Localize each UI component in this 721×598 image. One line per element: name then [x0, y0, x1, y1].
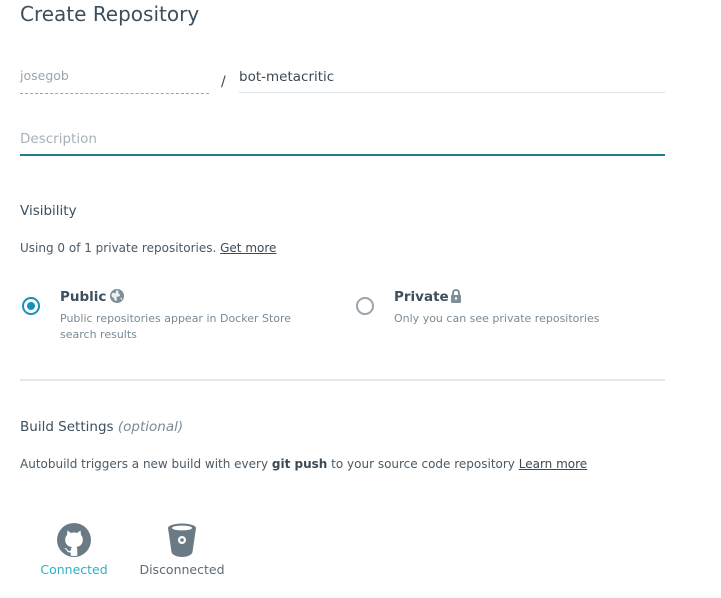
get-more-link[interactable]: Get more	[220, 241, 276, 255]
autobuild-description: Autobuild triggers a new build with ever…	[20, 457, 587, 471]
description-placeholder: Description	[20, 131, 97, 147]
private-option-description: Only you can see private repositories	[394, 312, 600, 325]
github-provider[interactable]: Connected	[29, 522, 119, 577]
private-option-title[interactable]: Private	[394, 289, 449, 305]
repository-name-field[interactable]: bot-metacritic	[239, 66, 665, 93]
description-field[interactable]: Description	[20, 128, 665, 156]
github-icon	[57, 523, 91, 557]
autobuild-git-push: git push	[271, 457, 328, 471]
private-usage-note: Using 0 of 1 private repositories. Get m…	[20, 241, 276, 255]
public-radio[interactable]	[22, 297, 40, 315]
namespace-value: josegob	[20, 68, 69, 83]
create-repository-page: Create Repository josegob / bot-metacrit…	[0, 0, 721, 598]
build-settings-title: Build Settings	[20, 419, 114, 435]
globe-icon	[110, 289, 124, 303]
bitbucket-status: Disconnected	[139, 562, 225, 577]
autobuild-text-prefix: Autobuild triggers a new build with ever…	[20, 457, 269, 471]
namespace-select[interactable]: josegob	[20, 66, 209, 94]
learn-more-link[interactable]: Learn more	[519, 457, 587, 471]
public-option-title[interactable]: Public	[60, 289, 106, 305]
build-settings-heading: Build Settings (optional)	[20, 419, 183, 435]
repository-name-value: bot-metacritic	[239, 69, 335, 85]
bitbucket-icon	[168, 523, 196, 557]
private-radio[interactable]	[356, 297, 374, 315]
visibility-heading: Visibility	[20, 203, 77, 219]
public-option-description: Public repositories appear in Docker Sto…	[60, 312, 292, 341]
build-settings-optional: (optional)	[117, 419, 184, 435]
page-title: Create Repository	[20, 2, 200, 26]
github-status: Connected	[40, 562, 108, 577]
private-usage-text: Using 0 of 1 private repositories.	[20, 241, 217, 255]
bitbucket-provider[interactable]: Disconnected	[137, 522, 227, 577]
section-divider	[20, 379, 665, 381]
autobuild-text-suffix: to your source code repository	[331, 457, 515, 471]
lock-icon	[451, 289, 461, 303]
namespace-separator: /	[221, 74, 226, 90]
